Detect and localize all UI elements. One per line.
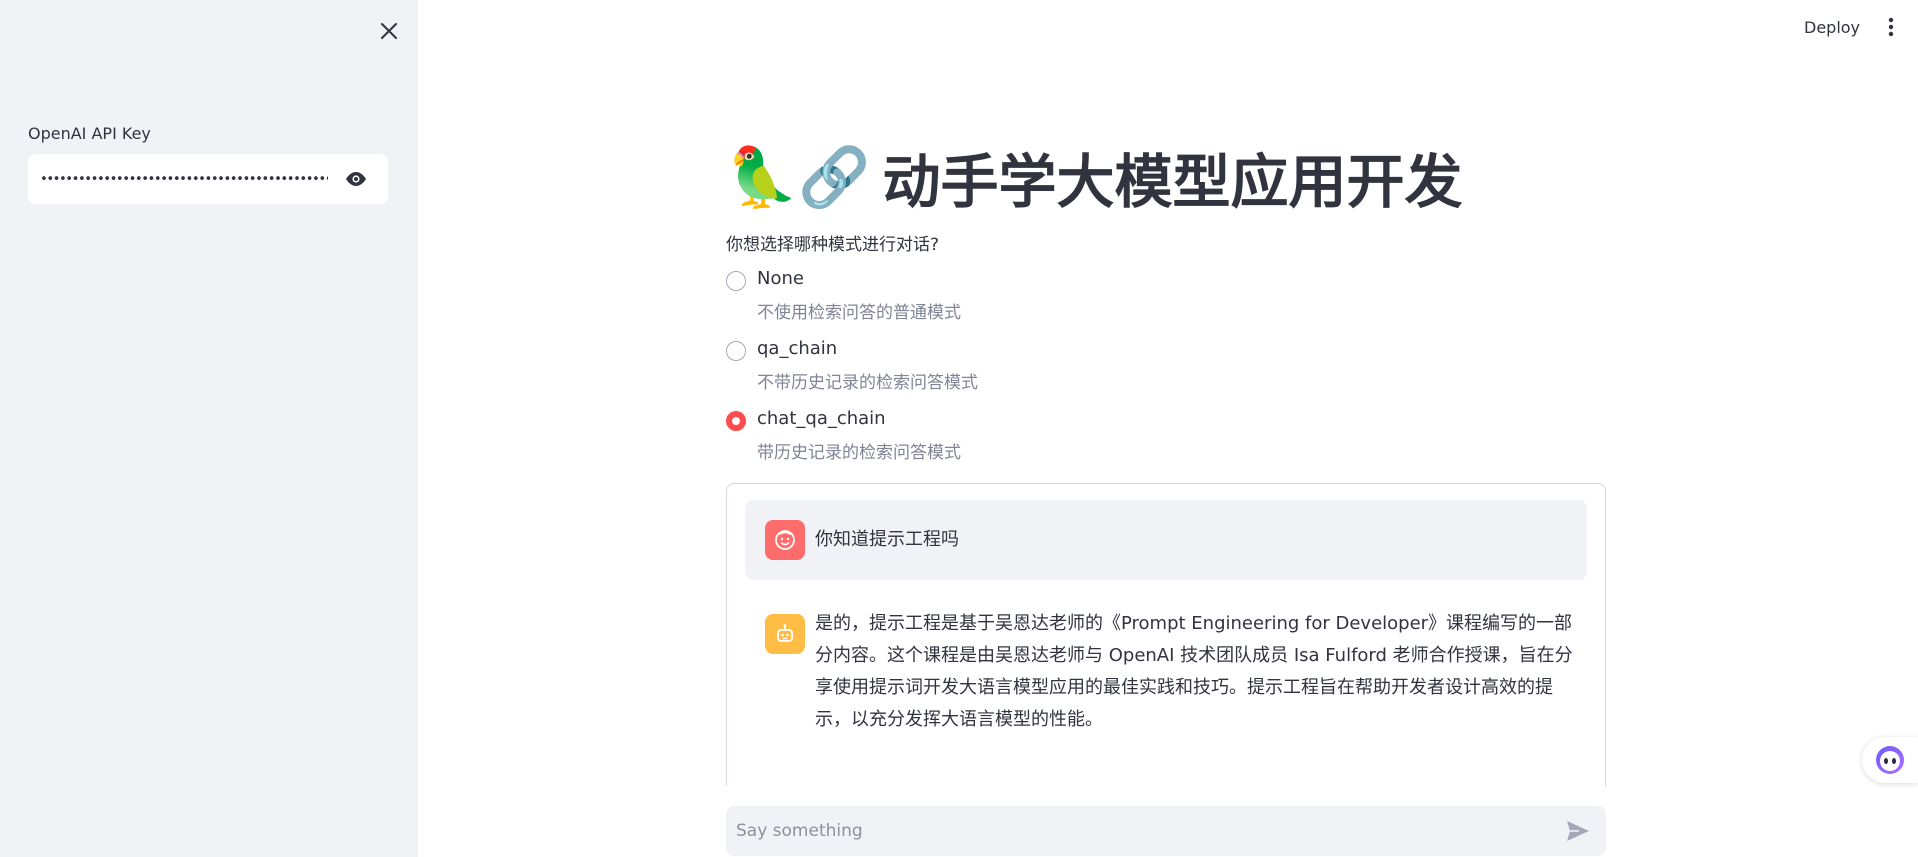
floating-assistant-button[interactable]: [1862, 737, 1918, 783]
deploy-button[interactable]: Deploy: [1796, 12, 1868, 42]
radio-caption: 不带历史记录的检索问答模式: [757, 373, 978, 393]
close-sidebar-button[interactable]: [374, 16, 404, 46]
radio-button-chat-qa-chain[interactable]: [726, 411, 746, 431]
chat-message-user: 你知道提示工程吗: [745, 500, 1587, 580]
user-face-icon: [775, 530, 795, 550]
chat-message-text: 是的，提示工程是基于吴恩达老师的《Prompt Engineering for …: [815, 613, 1573, 730]
radio-option-chat-qa-chain[interactable]: chat_qa_chain 带历史记录的检索问答模式: [726, 405, 1126, 475]
assistant-icon: [1876, 746, 1904, 774]
radio-label: qa_chain: [757, 338, 838, 359]
radio-button-none[interactable]: [726, 271, 746, 291]
close-icon: [381, 23, 397, 39]
chat-messages-container[interactable]: 你知道提示工程吗 是的，提示工程是基于吴恩达老师的《Prompt Enginee…: [726, 483, 1606, 786]
api-key-label: OpenAI API Key: [28, 124, 151, 143]
page-title: 🦜🔗 动手学大模型应用开发: [726, 135, 1462, 219]
radio-label: None: [757, 268, 804, 289]
page-title-text: 动手学大模型应用开发: [882, 148, 1463, 216]
eye-icon: [346, 172, 366, 186]
radio-option-none[interactable]: None 不使用检索问答的普通模式: [726, 265, 1126, 335]
title-emoji: 🦜🔗: [726, 142, 871, 211]
mode-radio-group: None 不使用检索问答的普通模式 qa_chain 不带历史记录的检索问答模式…: [726, 265, 1126, 475]
radio-label: chat_qa_chain: [757, 408, 886, 429]
radio-button-qa-chain[interactable]: [726, 341, 746, 361]
robot-icon: [777, 624, 793, 642]
kebab-menu-icon: [1888, 17, 1894, 37]
chat-input[interactable]: [736, 821, 1562, 841]
radio-caption: 带历史记录的检索问答模式: [757, 443, 961, 463]
toggle-password-visibility-button[interactable]: [336, 159, 376, 199]
radio-caption: 不使用检索问答的普通模式: [757, 303, 961, 323]
sidebar: OpenAI API Key: [0, 0, 418, 857]
main-menu-button[interactable]: [1876, 12, 1906, 42]
send-button[interactable]: [1562, 815, 1594, 847]
api-key-input[interactable]: [40, 171, 328, 187]
chat-input-bar: [726, 806, 1606, 856]
mode-question-label: 你想选择哪种模式进行对话?: [726, 235, 940, 255]
api-key-field: [28, 154, 388, 204]
send-icon: [1567, 821, 1589, 841]
chat-message-text: 你知道提示工程吗: [815, 529, 959, 550]
user-avatar: [765, 520, 805, 560]
radio-option-qa-chain[interactable]: qa_chain 不带历史记录的检索问答模式: [726, 335, 1126, 405]
assistant-avatar: [765, 614, 805, 654]
